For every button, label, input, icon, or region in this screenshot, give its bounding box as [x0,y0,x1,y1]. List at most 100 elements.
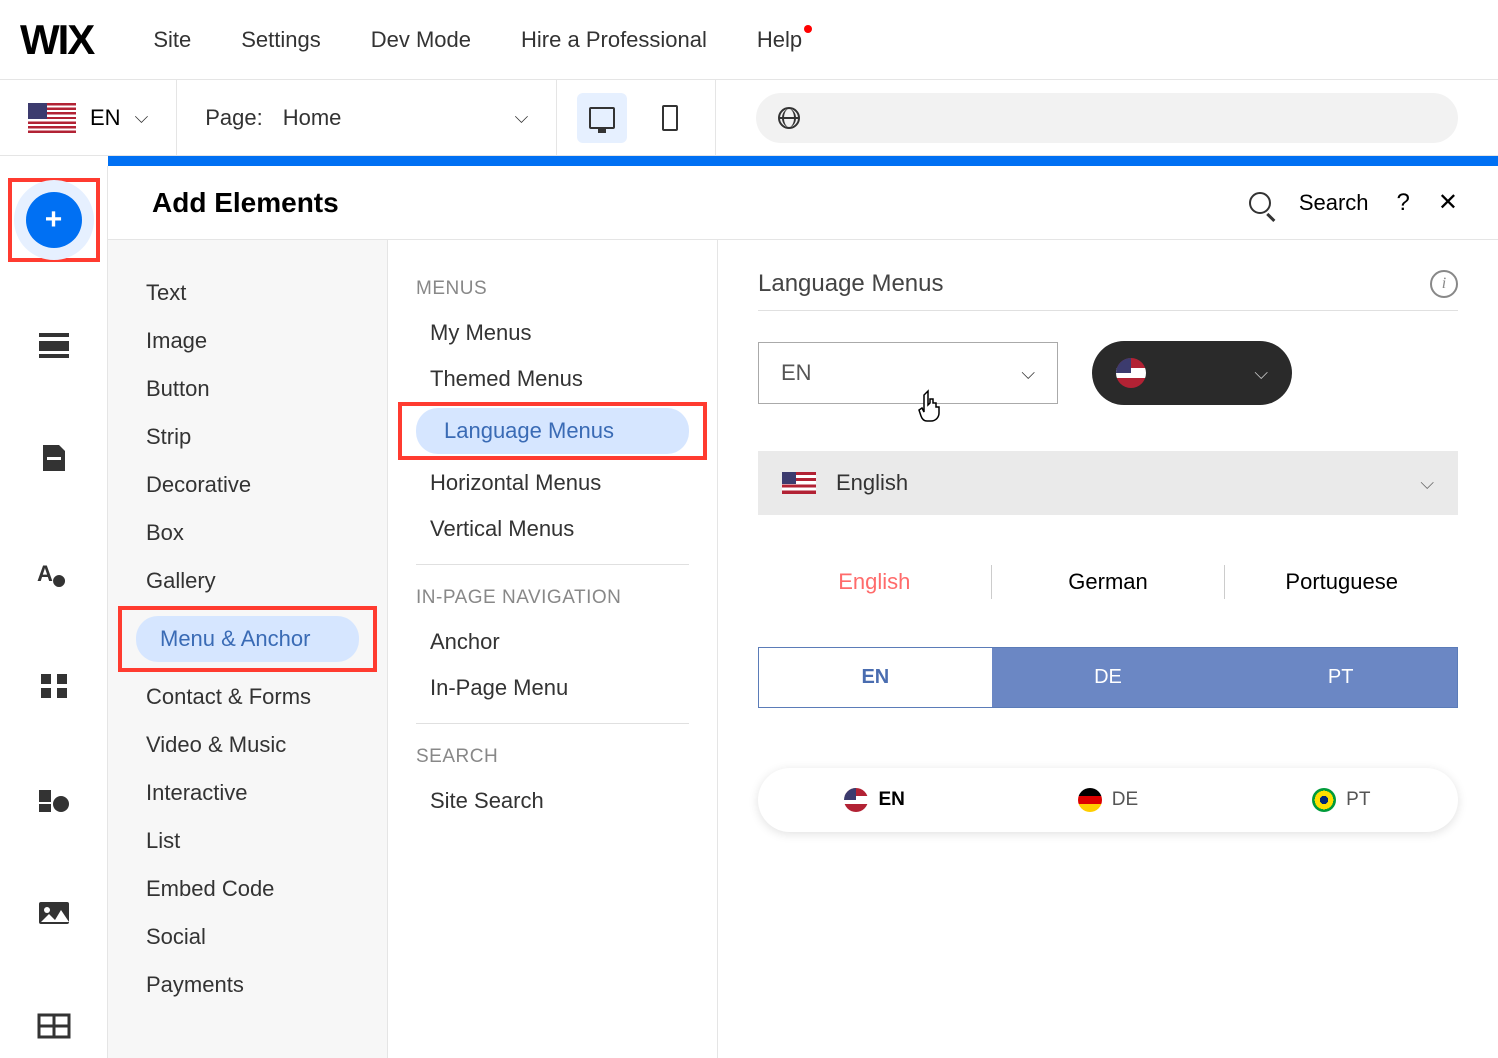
code-tab-en[interactable]: EN [759,648,992,707]
chevron-down-icon: ⌵ [135,107,149,128]
cat-image[interactable]: Image [122,318,373,364]
top-bar: WIX Site Settings Dev Mode Hire a Profes… [0,0,1498,80]
desktop-icon [589,107,615,129]
sidebar-sections-button[interactable] [19,312,89,376]
puzzle-gear-icon [37,784,71,814]
panel-title: Add Elements [152,187,1249,219]
mobile-view-button[interactable] [645,93,695,143]
page-label: Page: [205,105,263,131]
cat-gallery[interactable]: Gallery [122,558,373,604]
cat-contact-forms[interactable]: Contact & Forms [122,674,373,720]
toolbar: EN ⌵ Page: Home ⌵ [0,80,1498,156]
cursor-pointer-icon [918,389,946,430]
cat-box[interactable]: Box [122,510,373,556]
sidebar-media-button[interactable] [19,881,89,945]
cat-video-music[interactable]: Video & Music [122,722,373,768]
globe-icon [778,107,800,129]
item-site-search[interactable]: Site Search [402,778,703,824]
divider [416,564,689,565]
preview-area: Language Menus i EN ⌵ ⌵ [718,240,1498,1058]
lang-tabs-code: EN DE PT [758,647,1458,708]
us-flag-icon [1116,358,1146,388]
menu-help[interactable]: Help [757,27,802,53]
tab-english[interactable]: English [758,561,991,603]
cat-social[interactable]: Social [122,914,373,960]
lang-dropdown-flat[interactable]: English ⌵ [758,451,1458,515]
br-flag-icon [1312,788,1336,812]
info-icon[interactable]: i [1430,270,1458,298]
de-flag-icon [1078,788,1102,812]
page-selector[interactable]: Page: Home ⌵ [177,80,557,155]
us-flag-icon [782,472,816,494]
sidebar-pages-button[interactable] [19,426,89,490]
close-button[interactable]: ✕ [1438,188,1458,217]
chevron-down-icon: ⌵ [515,107,529,128]
item-inpage-menu[interactable]: In-Page Menu [402,665,703,711]
lang-code: EN [90,105,121,131]
divider [416,723,689,724]
add-elements-panel: Add Elements Search ? ✕ Text Image Butto… [108,166,1498,1058]
sidebar-apps-button[interactable] [19,653,89,717]
us-flag-icon [28,103,76,133]
flag-item-de[interactable]: DE [991,788,1224,812]
cat-strip[interactable]: Strip [122,414,373,460]
code-tab-pt[interactable]: PT [1224,648,1457,707]
section-inpage-header: IN-PAGE NAVIGATION [388,577,717,619]
flag-item-en[interactable]: EN [758,788,991,812]
item-my-menus[interactable]: My Menus [402,310,703,356]
highlight-menu-anchor: Menu & Anchor [118,606,377,672]
grid-icon [37,1011,71,1041]
sidebar-content-button[interactable] [19,994,89,1058]
item-anchor[interactable]: Anchor [402,619,703,665]
preview-title: Language Menus [758,270,1430,298]
tab-german[interactable]: German [992,561,1225,603]
menu-dev-mode[interactable]: Dev Mode [371,27,471,53]
lang-dropdown-dark[interactable]: ⌵ [1092,341,1292,405]
cat-embed-code[interactable]: Embed Code [122,866,373,912]
sidebar-design-button[interactable]: A [19,540,89,604]
panel-columns: Text Image Button Strip Decorative Box G… [108,240,1498,1058]
item-themed-menus[interactable]: Themed Menus [402,356,703,402]
menu-hire[interactable]: Hire a Professional [521,27,707,53]
wix-logo: WIX [20,16,93,64]
url-bar[interactable] [756,93,1458,143]
us-flag-icon [844,788,868,812]
preview-header: Language Menus i [758,270,1458,298]
url-area [716,80,1498,155]
cat-decorative[interactable]: Decorative [122,462,373,508]
mobile-icon [662,105,678,131]
desktop-view-button[interactable] [577,93,627,143]
flag-item-pt[interactable]: PT [1225,788,1458,812]
cat-text[interactable]: Text [122,270,373,316]
item-language-menus[interactable]: Language Menus [416,408,689,454]
cat-payments[interactable]: Payments [122,962,373,1008]
cat-interactive[interactable]: Interactive [122,770,373,816]
notification-dot [804,25,812,33]
menu-settings[interactable]: Settings [241,27,321,53]
item-vertical-menus[interactable]: Vertical Menus [402,506,703,552]
cat-list[interactable]: List [122,818,373,864]
search-button[interactable]: Search [1299,190,1369,216]
cat-button[interactable]: Button [122,366,373,412]
top-menu: Site Settings Dev Mode Hire a Profession… [153,27,802,53]
menu-site[interactable]: Site [153,27,191,53]
page-icon [37,443,71,473]
lang-dropdown-plain[interactable]: EN ⌵ [758,342,1058,404]
chevron-down-icon: ⌵ [1021,363,1035,384]
search-icon [1249,192,1271,214]
panel-header-actions: Search ? ✕ [1249,188,1458,217]
sidebar-appmarket-button[interactable] [19,767,89,831]
chevron-down-icon: ⌵ [1420,473,1434,494]
cat-menu-anchor[interactable]: Menu & Anchor [136,616,359,662]
tab-portuguese[interactable]: Portuguese [1225,561,1458,603]
main: + A Add Elements Search ? [0,166,1498,1058]
editor-frame-strip [108,156,1498,166]
language-switcher[interactable]: EN ⌵ [0,80,177,155]
help-button[interactable]: ? [1397,189,1410,217]
add-elements-button[interactable]: + [8,178,100,262]
section-menus-header: MENUS [388,268,717,310]
apps-icon [37,670,71,700]
panel-header: Add Elements Search ? ✕ [108,166,1498,240]
code-tab-de[interactable]: DE [992,648,1225,707]
item-horizontal-menus[interactable]: Horizontal Menus [402,460,703,506]
